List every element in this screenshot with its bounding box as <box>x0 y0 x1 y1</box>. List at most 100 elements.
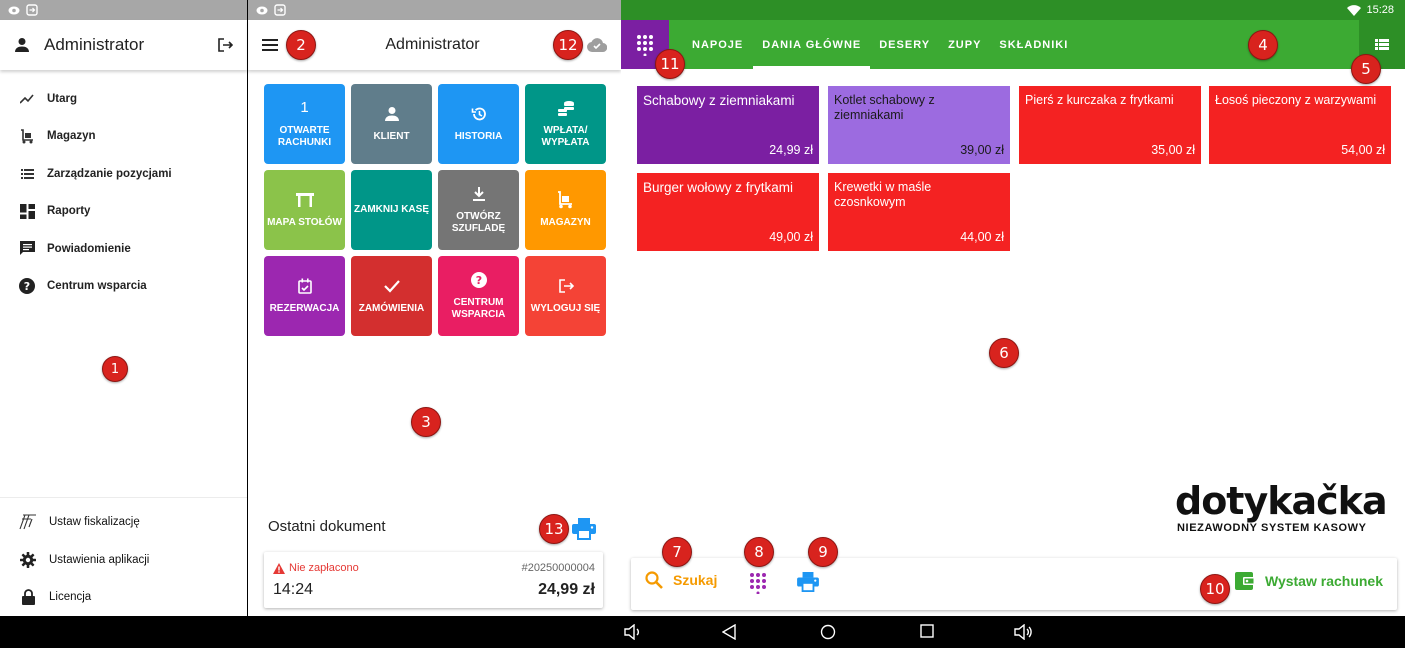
tile-label: Wyloguj się <box>530 303 601 314</box>
tile-label: Zamówienia <box>358 303 425 314</box>
panel-title: Administrator <box>385 36 480 53</box>
product-price: 44,00 zł <box>960 230 1004 244</box>
back-icon[interactable] <box>722 624 736 640</box>
printer-icon[interactable] <box>797 572 819 592</box>
cloud-sync-icon[interactable] <box>587 38 607 52</box>
tile-open-drawer[interactable]: Otwórz szufladę <box>438 170 519 250</box>
action-tiles: 1 Otwarte rachunki Klient Historia Wpłat… <box>248 70 621 336</box>
tile-open-bills[interactable]: 1 Otwarte rachunki <box>264 84 345 164</box>
product-tile[interactable]: Kotlet schabowy z ziemniakami 39,00 zł <box>828 86 1010 164</box>
pos-screen: 15:28 NAPOJE DANIA GŁÓWNE DESERY ZUPY SK… <box>621 0 1405 616</box>
product-tile[interactable]: Pierś z kurczaka z frytkami 35,00 zł <box>1019 86 1201 164</box>
product-price: 39,00 zł <box>960 143 1004 157</box>
product-name: Kotlet schabowy z ziemniakami <box>834 93 935 122</box>
tab-skladniki[interactable]: SKŁADNIKI <box>990 20 1077 69</box>
remote-icon <box>274 4 286 16</box>
tile-reservation[interactable]: Rezerwacja <box>264 256 345 336</box>
svg-text:?: ? <box>24 280 30 293</box>
menu-item-magazyn[interactable]: Magazyn <box>0 118 247 156</box>
message-icon <box>18 240 36 258</box>
status-bar <box>248 0 621 20</box>
tile-label: Historia <box>454 131 503 142</box>
forklift-icon <box>556 191 576 209</box>
download-icon <box>472 185 486 203</box>
menu-item-label: Licencja <box>49 591 92 604</box>
search-label: Szukaj <box>673 572 718 588</box>
menu-item-centrum-wsparcia[interactable]: ? Centrum wsparcia <box>0 268 247 306</box>
menu-item-label: Centrum wsparcia <box>47 280 147 293</box>
annotation-badge: 13 <box>539 514 569 544</box>
recents-icon[interactable] <box>920 624 934 638</box>
tab-dania-glowne[interactable]: DANIA GŁÓWNE <box>753 20 871 69</box>
home-icon[interactable] <box>820 624 836 640</box>
help-icon: ? <box>470 271 487 289</box>
product-tile[interactable]: Burger wołowy z frytkami 49,00 zł <box>637 173 819 251</box>
printer-icon[interactable] <box>572 518 596 540</box>
hamburger-icon[interactable] <box>262 39 278 51</box>
product-tile[interactable]: Schabowy z ziemniakami 24,99 zł <box>637 86 819 164</box>
logout-icon <box>558 277 574 295</box>
menu-item-label: Zarządzanie pozycjami <box>47 167 172 180</box>
tile-support-center[interactable]: ? Centrum wsparcia <box>438 256 519 336</box>
product-name: Krewetki w maśle czosnkowym <box>834 180 932 209</box>
menu-item-licencja[interactable]: Licencja <box>0 579 247 617</box>
menu-item-label: Ustaw fiskalizację <box>49 516 140 529</box>
person-icon <box>384 105 400 123</box>
drawer-title: Administrator <box>44 35 145 54</box>
annotation-badge: 8 <box>744 537 774 567</box>
coins-icon <box>557 99 575 117</box>
product-name: Schabowy z ziemniakami <box>643 93 795 108</box>
volume-up-icon[interactable] <box>1014 624 1034 640</box>
tile-warehouse[interactable]: Magazyn <box>525 170 606 250</box>
tile-close-register[interactable]: Zamknij kasę <box>351 170 432 250</box>
drawer-header: Administrator <box>0 20 247 70</box>
dialpad-icon <box>637 34 653 56</box>
menu-item-raporty[interactable]: Raporty <box>0 193 247 231</box>
product-tile[interactable]: Krewetki w maśle czosnkowym 44,00 zł <box>828 173 1010 251</box>
logo-text: dotykačka <box>1175 479 1388 523</box>
warehouse-icon <box>18 127 36 145</box>
last-document-card[interactable]: Nie zapłacono #20250000004 14:24 24,99 z… <box>264 552 603 608</box>
logout-icon[interactable] <box>217 37 233 53</box>
fiscal-icon <box>19 513 37 531</box>
tile-label: Rezerwacja <box>269 303 340 314</box>
product-tile[interactable]: Łosoś pieczony z warzywami 54,00 zł <box>1209 86 1391 164</box>
menu-item-fiskalizacja[interactable]: Ustaw fiskalizację <box>0 504 247 542</box>
tile-logout[interactable]: Wyloguj się <box>525 256 606 336</box>
product-price: 24,99 zł <box>769 143 813 157</box>
gear-icon <box>19 551 37 569</box>
tile-orders[interactable]: Zamówienia <box>351 256 432 336</box>
dialpad-icon[interactable] <box>749 572 767 594</box>
tile-label: Otwarte rachunki <box>277 125 332 148</box>
tile-history[interactable]: Historia <box>438 84 519 164</box>
tile-label: Wpłata/ wypłata <box>541 125 590 148</box>
menu-item-zarzadzanie[interactable]: Zarządzanie pozycjami <box>0 155 247 193</box>
search-icon <box>645 571 663 589</box>
search-button[interactable]: Szukaj <box>645 571 717 589</box>
product-name: Łosoś pieczony z warzywami <box>1215 93 1377 107</box>
eye-icon <box>8 6 20 14</box>
menu-item-utarg[interactable]: Utarg <box>0 80 247 118</box>
issue-bill-button[interactable]: Wystaw rachunek <box>1234 572 1383 590</box>
tab-desery[interactable]: DESERY <box>870 20 939 69</box>
wallet-icon <box>1234 572 1255 590</box>
table-icon <box>295 191 314 209</box>
bottom-action-bar: Szukaj Wystaw rachunek <box>631 558 1397 610</box>
volume-down-icon[interactable] <box>624 624 642 640</box>
dashboard-icon <box>18 202 36 220</box>
tile-label: Zamknij kasę <box>353 204 429 215</box>
tab-napoje[interactable]: NAPOJE <box>683 20 752 69</box>
tile-table-map[interactable]: Mapa stołów <box>264 170 345 250</box>
product-name: Pierś z kurczaka z frytkami <box>1025 93 1174 107</box>
menu-item-powiadomienie[interactable]: Powiadomienie <box>0 230 247 268</box>
drawer-menu: Utarg Magazyn Zarządzanie pozycjami Rapo… <box>0 70 247 305</box>
history-icon <box>471 105 487 123</box>
trending-up-icon <box>18 90 36 108</box>
navigation-drawer: Administrator Utarg Magazyn Zarządzanie … <box>0 0 247 616</box>
tile-client[interactable]: Klient <box>351 84 432 164</box>
annotation-badge: 9 <box>808 537 838 567</box>
calendar-icon <box>297 277 312 295</box>
tab-zupy[interactable]: ZUPY <box>939 20 990 69</box>
tile-deposit-withdraw[interactable]: Wpłata/ wypłata <box>525 84 606 164</box>
menu-item-ustawienia[interactable]: Ustawienia aplikacji <box>0 541 247 579</box>
